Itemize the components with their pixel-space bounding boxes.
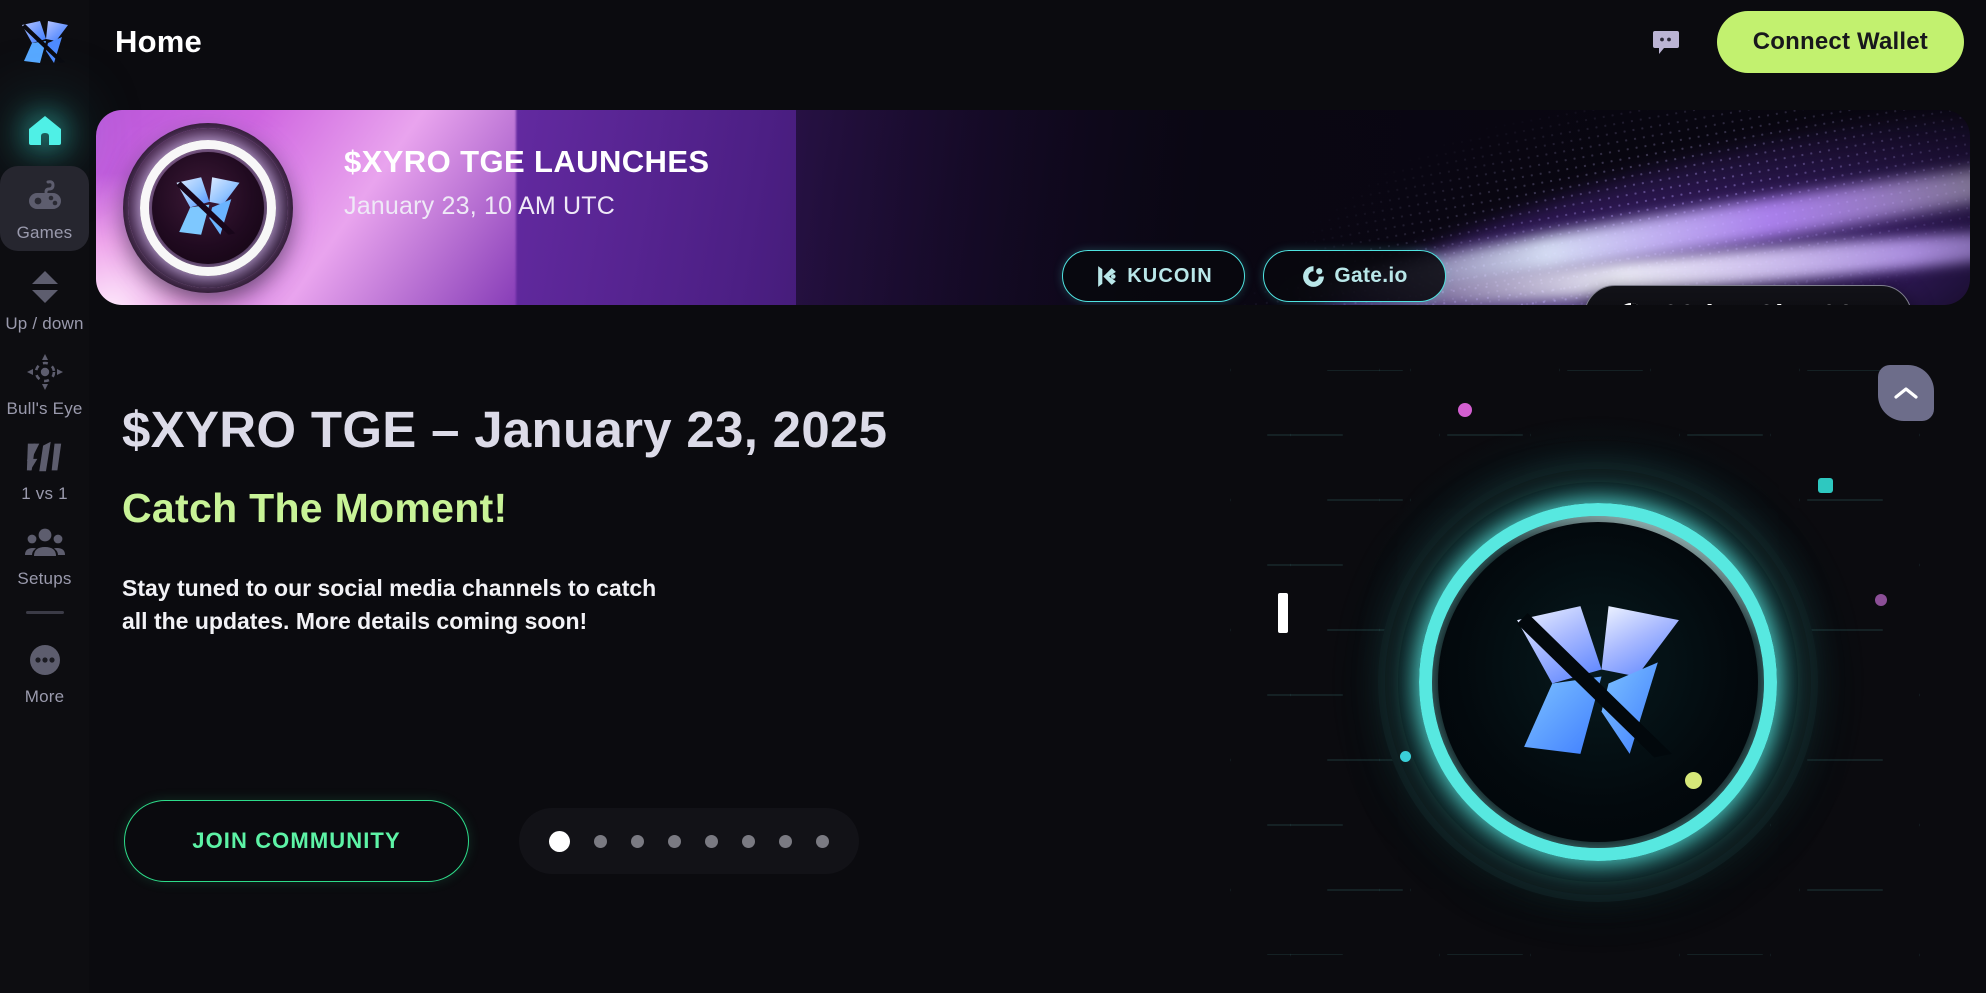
one-vs-one-icon xyxy=(25,437,65,477)
scroll-to-top-button[interactable] xyxy=(1878,365,1934,421)
pagination-dot[interactable] xyxy=(742,834,755,848)
pagination-dot[interactable] xyxy=(816,834,829,848)
spark-dot-magenta xyxy=(1458,403,1472,417)
ellipsis-circle-icon xyxy=(25,640,65,680)
pagination-dot[interactable] xyxy=(779,834,792,848)
exchange-label: Gate.io xyxy=(1334,264,1408,287)
carousel-pagination xyxy=(519,808,859,874)
sidebar-item-label: Games xyxy=(16,223,73,242)
chat-bubble-icon[interactable] xyxy=(1651,27,1681,57)
countdown-timer: 02d : 18h : 28m xyxy=(1584,285,1912,305)
kucoin-logo-icon xyxy=(1094,264,1119,289)
gamepad-icon xyxy=(25,176,65,216)
sidebar-item-label: 1 vs 1 xyxy=(21,484,68,503)
pagination-dot[interactable] xyxy=(549,830,570,852)
exchange-label: KUCOIN xyxy=(1127,264,1213,287)
sidebar-item-up-down[interactable]: Up / down xyxy=(0,257,89,342)
hero-subheading: Catch The Moment! xyxy=(122,485,508,531)
hero-text-block: $XYRO TGE – January 23, 2025 Catch The M… xyxy=(122,400,902,637)
spark-dot-lime xyxy=(1685,772,1702,789)
sidebar-item-setups[interactable]: Setups xyxy=(0,512,89,597)
pagination-dot[interactable] xyxy=(668,834,681,848)
gateio-logo-icon xyxy=(1301,264,1326,289)
app-logo[interactable] xyxy=(0,0,89,84)
pagination-dot[interactable] xyxy=(594,834,607,848)
spark-dot-purple xyxy=(1875,594,1887,606)
xyro-coin-icon xyxy=(128,128,288,288)
accent-bar xyxy=(1278,593,1288,633)
exchange-button-kucoin[interactable]: KUCOIN xyxy=(1062,250,1245,302)
up-down-arrows-icon xyxy=(25,267,65,307)
spark-dot-cyan xyxy=(1400,751,1411,762)
sidebar-item-label: More xyxy=(24,687,65,706)
spark-square-cyan xyxy=(1818,478,1833,493)
sidebar-item-1-vs-1[interactable]: 1 vs 1 xyxy=(0,427,89,512)
sidebar-item-home[interactable] xyxy=(0,100,89,158)
sidebar: Games Up / down Bull's Eye 1 vs 1 Setups… xyxy=(0,0,89,993)
sidebar-divider xyxy=(25,611,64,614)
header-actions: Connect Wallet xyxy=(1651,11,1986,73)
sidebar-item-more[interactable]: More xyxy=(0,630,89,715)
sidebar-item-label: Setups xyxy=(17,569,72,588)
people-group-icon xyxy=(24,522,65,562)
sidebar-item-games[interactable]: Games xyxy=(0,166,89,251)
page-title: Home xyxy=(115,24,202,59)
exchange-links: KUCOIN Gate.io MEXC xyxy=(1062,250,1446,305)
hero-body-text: Stay tuned to our social media channels … xyxy=(122,575,657,634)
pagination-dot[interactable] xyxy=(631,834,644,848)
sidebar-item-label: Bull's Eye xyxy=(6,399,83,418)
countdown-value: 02d : 18h : 28m xyxy=(1662,300,1881,306)
banner-subtitle: January 23, 10 AM UTC xyxy=(344,192,615,220)
banner-text-block: $XYRO TGE LAUNCHES January 23, 10 AM UTC xyxy=(344,144,709,221)
join-community-button[interactable]: JOIN COMMUNITY xyxy=(124,800,469,882)
sidebar-item-label: Up / down xyxy=(5,314,84,333)
top-header: Home Connect Wallet xyxy=(89,0,1986,84)
connect-wallet-button[interactable]: Connect Wallet xyxy=(1716,11,1964,73)
bullseye-icon xyxy=(25,352,65,392)
chevron-up-icon xyxy=(1893,384,1919,402)
pagination-dot[interactable] xyxy=(705,834,718,848)
xyro-coin-glow-icon xyxy=(1398,482,1798,882)
hero-heading: $XYRO TGE – January 23, 2025 xyxy=(122,401,888,458)
tge-promo-banner[interactable]: $XYRO TGE LAUNCHES January 23, 10 AM UTC… xyxy=(96,110,1970,305)
pie-clock-icon xyxy=(1615,300,1647,305)
hero-actions: JOIN COMMUNITY xyxy=(124,800,859,882)
home-icon xyxy=(25,110,65,150)
hero-artwork xyxy=(1230,330,1986,993)
xyro-logo-icon xyxy=(21,21,68,63)
sidebar-item-bulls-eye[interactable]: Bull's Eye xyxy=(0,342,89,427)
exchange-button-gateio[interactable]: Gate.io xyxy=(1263,250,1446,302)
banner-title: $XYRO TGE LAUNCHES xyxy=(344,144,710,179)
